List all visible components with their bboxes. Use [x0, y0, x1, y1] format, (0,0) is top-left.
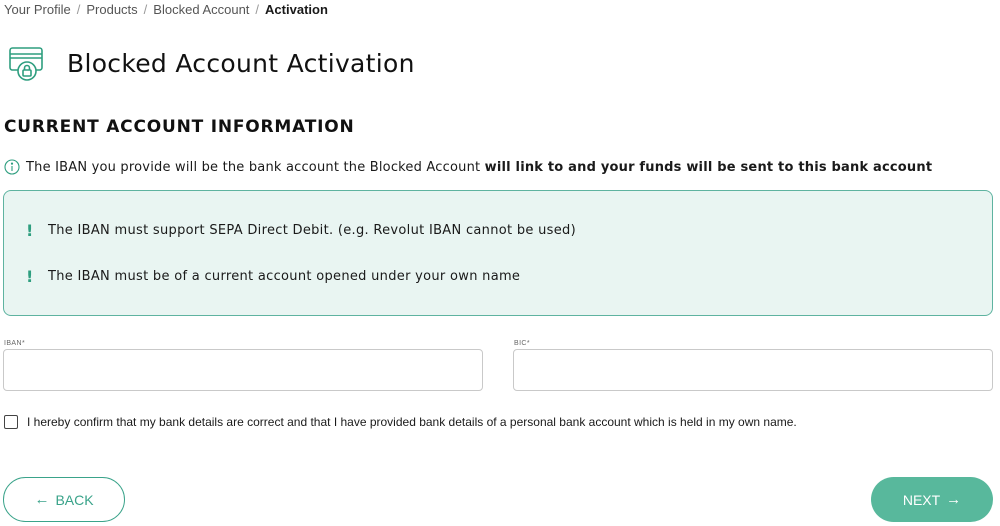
back-button[interactable]: ← BACK: [3, 477, 125, 522]
section-title: CURRENT ACCOUNT INFORMATION: [4, 117, 355, 137]
info-text: The IBAN you provide will be the bank ac…: [26, 159, 485, 175]
exclamation-icon: !: [26, 267, 34, 286]
arrow-left-icon: ←: [34, 491, 50, 508]
breadcrumb-separator: /: [255, 2, 260, 17]
back-button-label: BACK: [55, 491, 94, 508]
breadcrumb-products[interactable]: Products: [86, 2, 137, 17]
breadcrumb-separator: /: [76, 2, 81, 17]
next-button[interactable]: NEXT →: [871, 477, 993, 522]
iban-input[interactable]: [3, 349, 483, 391]
page-title: Blocked Account Activation: [67, 48, 415, 78]
info-text-bold: will link to and your funds will be sent…: [484, 159, 933, 175]
confirm-label[interactable]: I hereby confirm that my bank details ar…: [27, 415, 797, 429]
requirements-notice: ! The IBAN must support SEPA Direct Debi…: [3, 190, 993, 316]
confirm-row: I hereby confirm that my bank details ar…: [4, 415, 797, 429]
next-button-label: NEXT: [902, 491, 941, 508]
exclamation-icon: !: [26, 221, 34, 240]
confirm-checkbox[interactable]: [4, 415, 18, 429]
notice-item: ! The IBAN must support SEPA Direct Debi…: [26, 221, 576, 240]
notice-text: The IBAN must support SEPA Direct Debit.…: [48, 223, 576, 238]
info-icon: [4, 159, 20, 175]
breadcrumb-current: Activation: [265, 2, 328, 17]
notice-text: The IBAN must be of a current account op…: [48, 269, 521, 284]
breadcrumb: Your Profile / Products / Blocked Accoun…: [4, 2, 328, 17]
breadcrumb-separator: /: [143, 2, 148, 17]
page-header: Blocked Account Activation: [8, 44, 415, 82]
bic-label: BIC*: [514, 340, 530, 347]
arrow-right-icon: →: [946, 491, 962, 508]
breadcrumb-your-profile[interactable]: Your Profile: [4, 2, 71, 17]
card-lock-icon: [9, 47, 43, 81]
bic-input[interactable]: [513, 349, 993, 391]
info-message: The IBAN you provide will be the bank ac…: [4, 159, 932, 175]
iban-label: IBAN*: [4, 340, 26, 347]
notice-item: ! The IBAN must be of a current account …: [26, 267, 520, 286]
breadcrumb-blocked-account[interactable]: Blocked Account: [153, 2, 249, 17]
